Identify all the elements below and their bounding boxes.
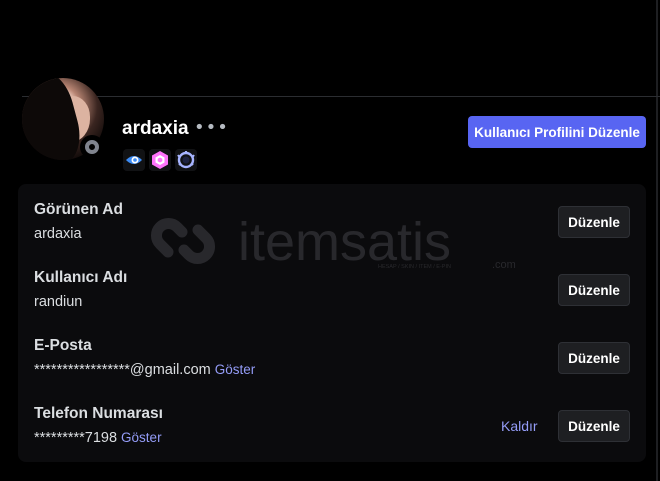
quest-badge-icon[interactable] (175, 149, 197, 171)
badge-list (123, 149, 197, 171)
hypesquad-badge-icon[interactable] (123, 149, 145, 171)
field-value: ardaxia (34, 226, 82, 242)
show-phone-link[interactable]: Göster (121, 430, 162, 445)
status-offline-icon (80, 135, 104, 159)
phone-masked-value: *********7198 (34, 430, 118, 446)
edit-phone-button[interactable]: Düzenle (558, 410, 630, 442)
username: ardaxia (122, 118, 189, 139)
watermark-tagline: HESAP / SKIN / ITEM / E-PIN (378, 264, 451, 270)
itemsatis-watermark: itemsatis HESAP / SKIN / ITEM / E-PIN .c… (151, 212, 516, 272)
username-field: Kullanıcı Adı randiun (34, 269, 127, 310)
display-name-field: Görünen Ad ardaxia (34, 201, 123, 242)
remove-phone-link[interactable]: Kaldır (501, 418, 538, 434)
nitro-boost-badge-icon[interactable] (149, 149, 171, 171)
field-label: Telefon Numarası (34, 405, 163, 422)
field-label: Görünen Ad (34, 201, 123, 218)
edit-user-profile-button[interactable]: Kullanıcı Profilini Düzenle (468, 116, 646, 148)
email-field: E-Posta *****************@gmail.com Göste… (34, 337, 255, 378)
watermark-suffix: .com (492, 259, 516, 271)
edit-username-button[interactable]: Düzenle (558, 274, 630, 306)
show-email-link[interactable]: Göster (215, 362, 256, 377)
avatar[interactable] (22, 78, 104, 160)
email-masked-value: *****************@gmail.com (34, 362, 211, 378)
field-label: Kullanıcı Adı (34, 269, 128, 286)
field-value: *****************@gmail.com Göster (34, 362, 255, 378)
header-divider (22, 96, 660, 97)
more-options-icon[interactable]: ••• (194, 117, 229, 138)
edit-display-name-button[interactable]: Düzenle (558, 206, 630, 238)
field-label: E-Posta (34, 337, 92, 354)
edit-email-button[interactable]: Düzenle (558, 342, 630, 374)
watermark-brand: itemsatis (238, 212, 451, 272)
field-value: *********7198 Göster (34, 430, 163, 446)
phone-field: Telefon Numarası *********7198 Göster (34, 405, 163, 446)
field-value: randiun (34, 294, 83, 310)
